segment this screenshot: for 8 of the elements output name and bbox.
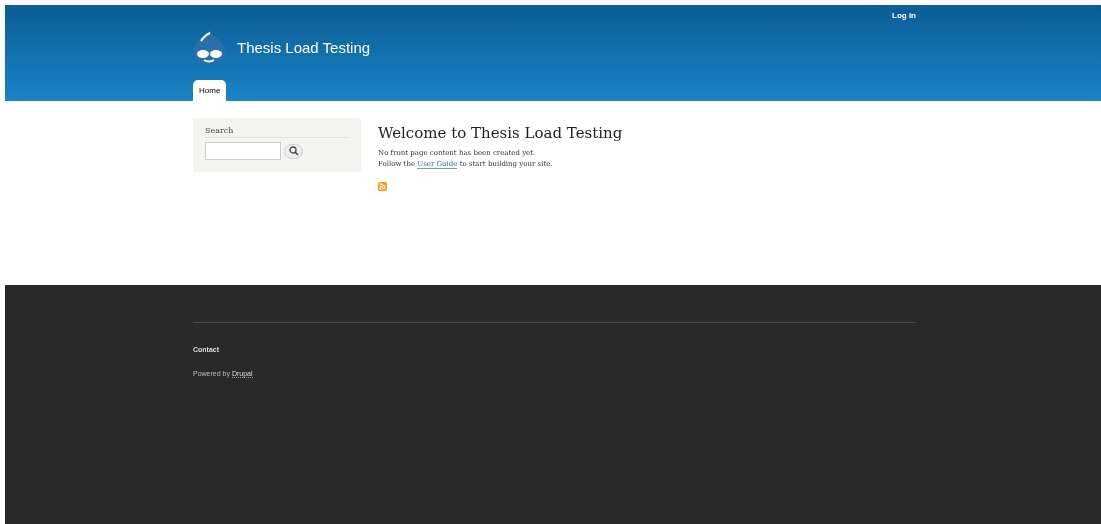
- site-name[interactable]: Thesis Load Testing: [237, 38, 371, 56]
- nav-tab[interactable]: Home: [193, 80, 227, 101]
- page-title: Welcome to Thesis Load Testing: [378, 124, 623, 142]
- block-title: Search: [205, 126, 349, 138]
- search-field[interactable]: [205, 142, 281, 160]
- search-button[interactable]: [284, 143, 303, 159]
- login-link[interactable]: Log in: [892, 11, 916, 20]
- drop-logo-icon[interactable]: [193, 29, 226, 65]
